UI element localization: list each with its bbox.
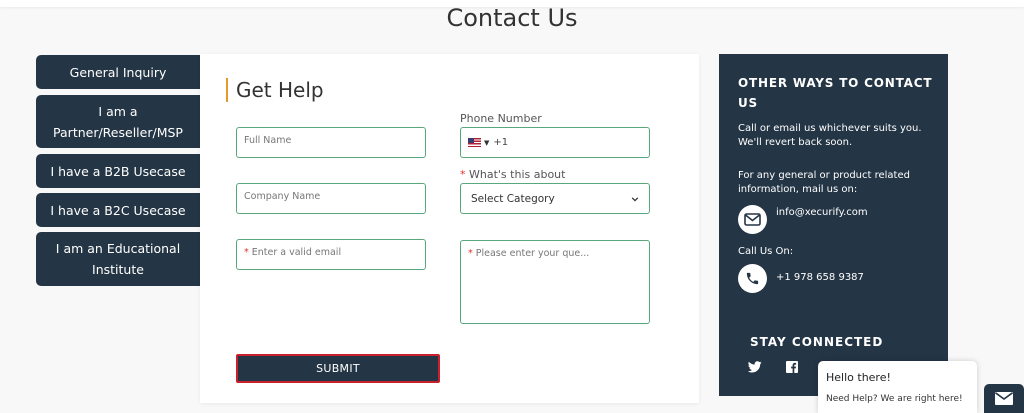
email-field[interactable]: * Enter a valid email xyxy=(236,239,426,270)
page-title: Contact Us xyxy=(446,4,578,32)
us-flag-icon[interactable] xyxy=(468,138,481,147)
tab-label: I am an Educational Institute xyxy=(55,241,181,277)
tab-partner-reseller-msp[interactable]: I am a Partner/Reseller/MSP xyxy=(36,95,200,148)
tab-label: General Inquiry xyxy=(69,64,167,80)
phone-label: Phone Number xyxy=(460,112,542,125)
chat-help: Need Help? We are right here! xyxy=(826,394,963,404)
email-placeholder: Enter a valid email xyxy=(251,247,342,258)
tab-label: I have a B2B Usecase xyxy=(50,163,186,179)
contact-email-link[interactable]: info@xecurify.com xyxy=(776,207,868,218)
chat-launcher-button[interactable] xyxy=(984,384,1024,413)
full-name-field[interactable]: Full Name xyxy=(236,127,426,158)
get-help-form: Get Help Full Name Phone Number ▼ +1 Com… xyxy=(200,54,699,403)
contact-panel: OTHER WAYS TO CONTACT US Call or email u… xyxy=(719,54,948,396)
stay-connected-title: STAY CONNECTED xyxy=(750,335,884,349)
query-textarea[interactable]: * Please enter your que... xyxy=(460,240,650,324)
call-label: Call Us On: xyxy=(738,246,794,257)
phone-country-code: +1 xyxy=(493,137,509,148)
category-label-text: What's this about xyxy=(469,168,566,181)
chat-hello: Hello there! xyxy=(826,371,891,384)
category-select[interactable]: Select Category xyxy=(460,183,650,214)
facebook-icon[interactable] xyxy=(785,360,799,374)
tab-b2c-usecase[interactable]: I have a B2C Usecase xyxy=(36,193,200,227)
company-placeholder: Company Name xyxy=(244,191,321,202)
contact-title: OTHER WAYS TO CONTACT US xyxy=(738,76,933,110)
required-mark: * xyxy=(468,248,473,259)
required-mark: * xyxy=(460,168,466,181)
twitter-icon[interactable] xyxy=(748,360,762,374)
envelope-icon xyxy=(738,205,767,234)
tab-b2b-usecase[interactable]: I have a B2B Usecase xyxy=(36,154,200,188)
required-mark: * xyxy=(244,247,249,258)
contact-phone-link[interactable]: +1 978 658 9387 xyxy=(776,272,864,283)
company-name-field[interactable]: Company Name xyxy=(236,183,426,214)
envelope-icon xyxy=(995,392,1013,405)
phone-icon xyxy=(738,264,767,293)
contact-intro: Call or email us whichever suits you. We… xyxy=(738,123,922,148)
form-heading: Get Help xyxy=(226,78,324,102)
chat-popup[interactable]: Hello there! Need Help? We are right her… xyxy=(818,361,977,413)
tab-educational-institute[interactable]: I am an Educational Institute xyxy=(36,232,200,286)
query-placeholder: Please enter your que... xyxy=(475,248,590,259)
tab-general-inquiry[interactable]: General Inquiry xyxy=(36,55,200,89)
submit-button[interactable]: SUBMIT xyxy=(236,354,440,383)
category-label: * What's this about xyxy=(460,168,565,181)
chevron-down-icon xyxy=(631,196,639,202)
category-selected: Select Category xyxy=(471,192,555,205)
contact-mail-info: For any general or product related infor… xyxy=(738,170,910,195)
tab-label: I have a B2C Usecase xyxy=(50,202,186,218)
phone-field[interactable]: ▼ +1 xyxy=(460,127,650,158)
tab-label: I am a Partner/Reseller/MSP xyxy=(53,103,183,140)
caret-down-icon[interactable]: ▼ xyxy=(484,139,489,147)
full-name-placeholder: Full Name xyxy=(244,135,292,146)
